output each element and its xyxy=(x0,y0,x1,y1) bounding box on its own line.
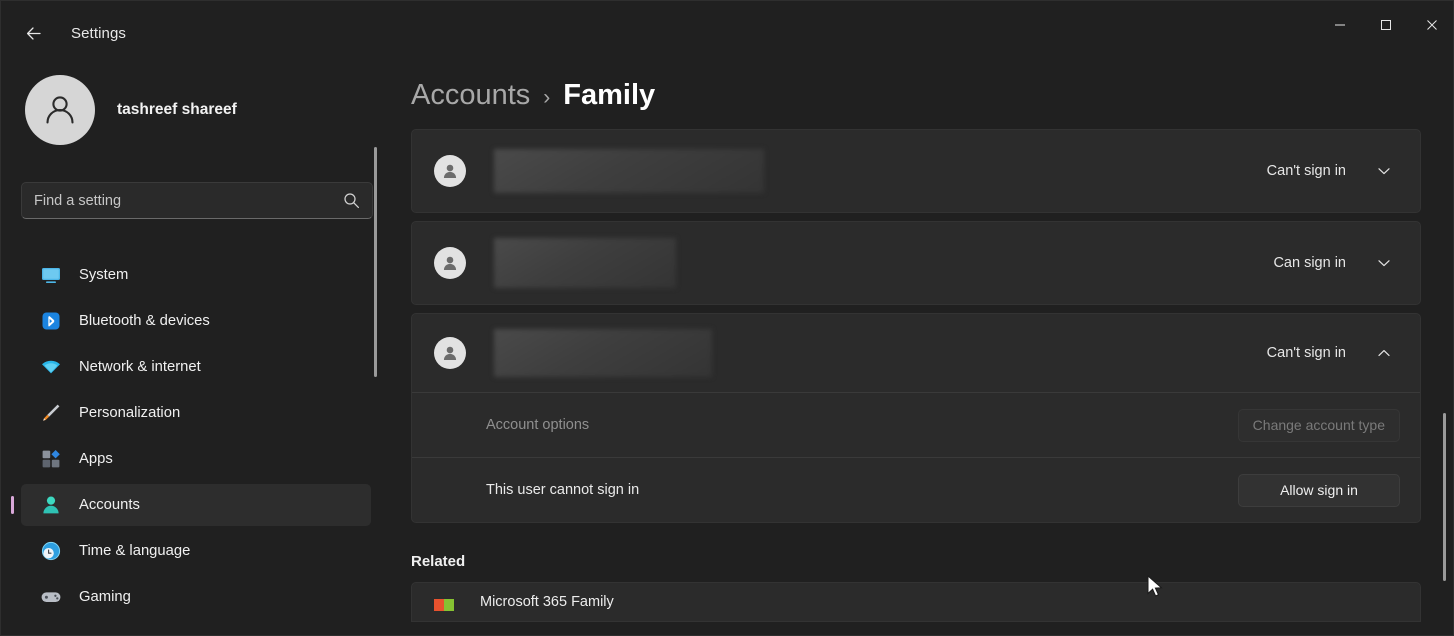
close-icon xyxy=(1426,19,1438,31)
sidebar-item-label: Network & internet xyxy=(79,359,201,375)
account-row[interactable]: Can't sign in xyxy=(412,130,1420,212)
search-input[interactable] xyxy=(34,193,343,209)
account-card: Can't sign in xyxy=(411,129,1421,213)
profile-name: tashreef shareef xyxy=(117,101,237,119)
account-status: Can't sign in xyxy=(1267,163,1346,179)
sidebar-nav: System Bluetooth & devices xyxy=(1,250,393,636)
window-title: Settings xyxy=(71,25,126,42)
change-account-type-button[interactable]: Change account type xyxy=(1238,409,1400,442)
signin-status-label: This user cannot sign in xyxy=(486,482,639,498)
account-name-redacted xyxy=(494,329,712,377)
account-card-expanded: Can't sign in Account options Change acc… xyxy=(411,313,1421,523)
person-avatar-icon xyxy=(440,253,460,273)
account-name-redacted xyxy=(494,149,764,193)
person-icon xyxy=(39,493,63,517)
related-item-microsoft-365-family[interactable]: Microsoft 365 Family xyxy=(411,582,1421,622)
search-icon[interactable] xyxy=(343,192,360,209)
back-button[interactable] xyxy=(11,15,55,51)
sidebar-item-label: Apps xyxy=(79,451,113,467)
sidebar-item-accounts[interactable]: Accounts xyxy=(21,484,371,526)
sidebar-item-time-language[interactable]: Time & language xyxy=(21,530,371,572)
search-container xyxy=(21,182,373,219)
page-title: Family xyxy=(563,79,655,112)
sidebar-item-apps[interactable]: Apps xyxy=(21,438,371,480)
maximize-icon xyxy=(1380,19,1392,31)
wifi-icon xyxy=(39,355,63,379)
content-scrollbar[interactable] xyxy=(1443,73,1446,629)
close-button[interactable] xyxy=(1409,1,1454,49)
account-status: Can sign in xyxy=(1273,255,1346,271)
chevron-up-icon[interactable] xyxy=(1368,337,1400,369)
title-bar: Settings xyxy=(1,1,1454,65)
active-accent-bar xyxy=(11,496,14,514)
bluetooth-icon xyxy=(39,309,63,333)
account-row[interactable]: Can sign in xyxy=(412,222,1420,304)
person-avatar-icon xyxy=(440,343,460,363)
settings-window: Settings xyxy=(0,0,1454,636)
sidebar-item-gaming[interactable]: Gaming xyxy=(21,576,371,618)
account-card: Can sign in xyxy=(411,221,1421,305)
chevron-down-icon[interactable] xyxy=(1368,155,1400,187)
sidebar-item-bluetooth-devices[interactable]: Bluetooth & devices xyxy=(21,300,371,342)
sidebar-item-label: Bluetooth & devices xyxy=(79,313,210,329)
sidebar-item-personalization[interactable]: Personalization xyxy=(21,392,371,434)
breadcrumb-parent[interactable]: Accounts xyxy=(411,79,530,112)
clock-globe-icon xyxy=(39,539,63,563)
avatar xyxy=(434,337,466,369)
avatar xyxy=(25,75,95,145)
avatar xyxy=(434,155,466,187)
account-name-redacted xyxy=(494,238,676,288)
minimize-icon xyxy=(1334,19,1346,31)
sidebar-scrollbar-thumb[interactable] xyxy=(374,147,377,377)
chevron-down-icon[interactable] xyxy=(1368,247,1400,279)
account-options-label: Account options xyxy=(486,417,589,433)
sidebar-scrollbar[interactable] xyxy=(374,85,377,395)
avatar xyxy=(434,247,466,279)
main-content: Accounts › Family Can't sign in xyxy=(393,65,1454,636)
content-scrollbar-thumb[interactable] xyxy=(1443,413,1446,581)
sidebar-item-label: Accounts xyxy=(79,497,140,513)
user-profile[interactable]: tashreef shareef xyxy=(25,75,393,145)
sidebar-item-label: Time & language xyxy=(79,543,190,559)
window-controls xyxy=(1317,1,1454,49)
minimize-button[interactable] xyxy=(1317,1,1363,49)
monitor-icon xyxy=(39,263,63,287)
back-arrow-icon xyxy=(24,24,43,43)
account-options-row: Account options Change account type xyxy=(412,393,1420,457)
sidebar: tashreef shareef xyxy=(1,65,393,636)
search-box[interactable] xyxy=(21,182,373,219)
person-avatar-icon xyxy=(440,161,460,181)
sidebar-item-label: System xyxy=(79,267,128,283)
maximize-button[interactable] xyxy=(1363,1,1409,49)
office-365-icon xyxy=(434,593,458,611)
person-avatar-icon xyxy=(39,89,81,131)
allow-sign-in-button[interactable]: Allow sign in xyxy=(1238,474,1400,507)
breadcrumb: Accounts › Family xyxy=(411,79,1454,112)
sidebar-item-label: Personalization xyxy=(79,405,180,421)
account-status: Can't sign in xyxy=(1267,345,1346,361)
sidebar-item-system[interactable]: System xyxy=(21,254,371,296)
signin-status-row: This user cannot sign in Allow sign in xyxy=(412,458,1420,522)
sidebar-item-network-internet[interactable]: Network & internet xyxy=(21,346,371,388)
related-heading: Related xyxy=(411,553,1454,570)
breadcrumb-separator-icon: › xyxy=(543,86,550,110)
sidebar-item-label: Gaming xyxy=(79,589,131,605)
apps-icon xyxy=(39,447,63,471)
related-item-label: Microsoft 365 Family xyxy=(480,594,614,610)
account-row[interactable]: Can't sign in xyxy=(412,314,1420,392)
gamepad-icon xyxy=(39,585,63,609)
paintbrush-icon xyxy=(39,401,63,425)
